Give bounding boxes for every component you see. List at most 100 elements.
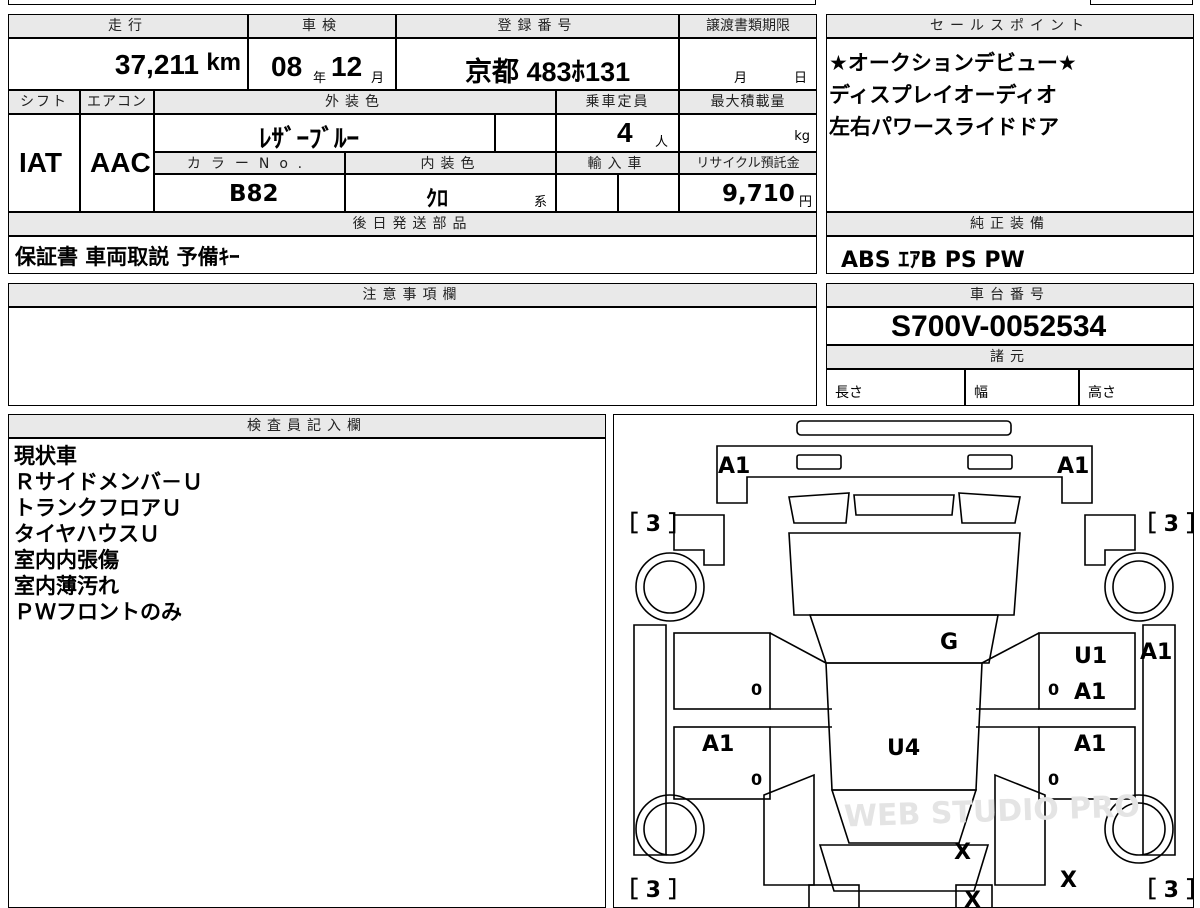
tire-front-right	[1104, 552, 1174, 622]
mark-left-rear-door: A1	[702, 732, 734, 757]
car-diagram-panel: WEB STUDIO PRO A1 A1 ［ 3 ］ ［ 3 ］ ［ 3 ］ ［…	[613, 414, 1194, 908]
recycle-fee-unit: 円	[798, 195, 812, 210]
color-no-cell: B82	[154, 174, 345, 212]
inspection-cell: 08 年 12 月	[248, 38, 396, 90]
mark-right-door-1: U1	[1074, 644, 1107, 669]
transfer-deadline-cell: 月 日	[679, 38, 817, 90]
mark-tire-fr: ［ 3 ］	[1134, 511, 1194, 537]
transfer-deadline-header: 譲渡書類期限	[679, 14, 817, 38]
notes-header: 注意事項欄	[8, 283, 817, 307]
registration-value: 京都 483ﾎ131	[465, 57, 631, 87]
right-quarter	[994, 773, 1046, 886]
exterior-color-cell: ﾚｻﾞｰﾌﾞﾙｰ	[154, 114, 495, 153]
windshield-lower	[808, 614, 999, 664]
car-diagram: WEB STUDIO PRO A1 A1 ［ 3 ］ ［ 3 ］ ［ 3 ］ ［…	[616, 420, 1194, 908]
mark-front-right: A1	[1057, 454, 1089, 479]
tire-rear-left	[635, 794, 705, 864]
mark-door-zero: 0	[751, 680, 762, 699]
interior-color-header: 内装色	[345, 152, 556, 174]
mark-tire-fl: ［ 3 ］	[616, 511, 691, 537]
inspection-year: 08	[271, 51, 303, 82]
exterior-color-extra	[495, 114, 556, 152]
later-parts-cell: 保証書 車両取説 予備ｷｰ	[8, 236, 817, 274]
equipment-header: 純正装備	[826, 212, 1194, 236]
top-strip-left	[8, 0, 816, 5]
mark-front-left: A1	[718, 454, 750, 479]
spec-width-label: 幅	[974, 385, 988, 401]
sales-points-header: セールスポイント	[826, 14, 1194, 38]
color-no-header: カラーNo.	[154, 152, 345, 174]
max-load-cell: kg	[679, 114, 817, 152]
cowl-left	[788, 492, 850, 524]
inspector-line: タイヤハウスＵ	[14, 522, 160, 546]
inspector-line: Ｒサイドメンバ－Ｕ	[14, 470, 203, 494]
mark-right-rear-door: A1	[1074, 732, 1106, 757]
inspector-line: 現状車	[14, 444, 77, 468]
transfer-day-unit: 日	[794, 71, 808, 86]
mark-rear-center: X	[954, 840, 971, 865]
tire-front-right-inner	[1112, 560, 1166, 614]
tire-rear-left-inner	[643, 802, 697, 856]
body-right-front	[1084, 514, 1136, 566]
equipment-value: ABS ｴｱB PS PW	[841, 248, 1025, 273]
mileage-cell: 37,211 km	[8, 38, 248, 90]
headlight-left	[796, 454, 842, 470]
import-cell-2	[618, 174, 679, 212]
tire-front-left-inner	[643, 560, 697, 614]
sales-points-cell: ★オークションデビュー★ ディスプレイオーディオ 左右パワースライドドア	[826, 38, 1194, 212]
cowl-right	[958, 492, 1021, 524]
windshield	[788, 532, 1021, 616]
chassis-header: 車台番号	[826, 283, 1194, 307]
specs-header: 諸元	[826, 345, 1194, 369]
mileage-value: 37,211	[114, 49, 199, 80]
mark-tire-rr: ［ 3 ］	[1134, 877, 1194, 903]
spec-width-cell: 幅	[965, 369, 1079, 406]
later-parts-header: 後日発送部品	[8, 212, 817, 236]
shift-header: シフト	[8, 90, 80, 114]
later-parts-value: 保証書 車両取説 予備ｷｰ	[15, 245, 240, 269]
inspector-cell: 現状車 Ｒサイドメンバ－Ｕ トランクフロアＵ タイヤハウスＵ 室内内張傷 室内薄…	[8, 438, 606, 908]
mark-tire-rl: ［ 3 ］	[616, 877, 691, 903]
interior-color-value: ｸﾛ	[426, 187, 449, 212]
chassis-cell: S700V-0052534	[826, 307, 1194, 345]
inspection-month: 12	[331, 51, 363, 82]
mileage-header: 走行	[8, 14, 248, 38]
inspector-line: 室内内張傷	[14, 548, 119, 572]
mark-windshield: G	[940, 630, 958, 655]
inspection-year-unit: 年	[313, 71, 327, 86]
sales-point-line: ディスプレイオーディオ	[829, 83, 1058, 107]
front-bumper	[796, 420, 1012, 436]
spec-height-label: 高さ	[1088, 385, 1116, 401]
inspector-line: ＰＷフロントのみ	[14, 600, 182, 624]
left-quarter	[763, 773, 815, 886]
notes-cell	[8, 307, 817, 406]
max-load-header: 最大積載量	[679, 90, 817, 114]
capacity-unit: 人	[655, 135, 669, 150]
registration-cell: 京都 483ﾎ131	[396, 38, 679, 90]
exterior-color-value: ﾚｻﾞｰﾌﾞﾙｰ	[259, 124, 360, 153]
capacity-cell: 4 人	[556, 114, 679, 152]
inspection-header: 車検	[248, 14, 396, 38]
mark-door-zero: 0	[1048, 680, 1059, 699]
inspection-month-unit: 月	[371, 71, 385, 86]
shift-value: IAT	[19, 147, 63, 178]
mark-right-door-2: A1	[1074, 680, 1106, 705]
import-cell-1	[556, 174, 618, 212]
watermark: WEB STUDIO PRO	[843, 789, 1140, 834]
color-no-value: B82	[229, 181, 279, 207]
tire-front-left	[635, 552, 705, 622]
mileage-unit: km	[206, 49, 241, 76]
inspector-line: 室内薄汚れ	[14, 574, 119, 598]
recycle-fee-cell: 9,710 円	[679, 174, 817, 212]
spec-length-cell: 長さ	[826, 369, 965, 406]
mark-door-zero: 0	[1048, 770, 1059, 789]
mark-roof: U4	[887, 736, 920, 761]
recycle-fee-value: 9,710	[722, 181, 795, 207]
chassis-value: S700V-0052534	[891, 310, 1107, 343]
recycle-fee-header: リサイクル預託金	[679, 152, 817, 174]
mark-rear-bumper: X	[964, 888, 981, 908]
transfer-month-unit: 月	[734, 71, 748, 86]
exterior-color-header: 外装色	[154, 90, 556, 114]
capacity-value: 4	[617, 117, 633, 148]
left-side-skirt	[633, 624, 667, 856]
